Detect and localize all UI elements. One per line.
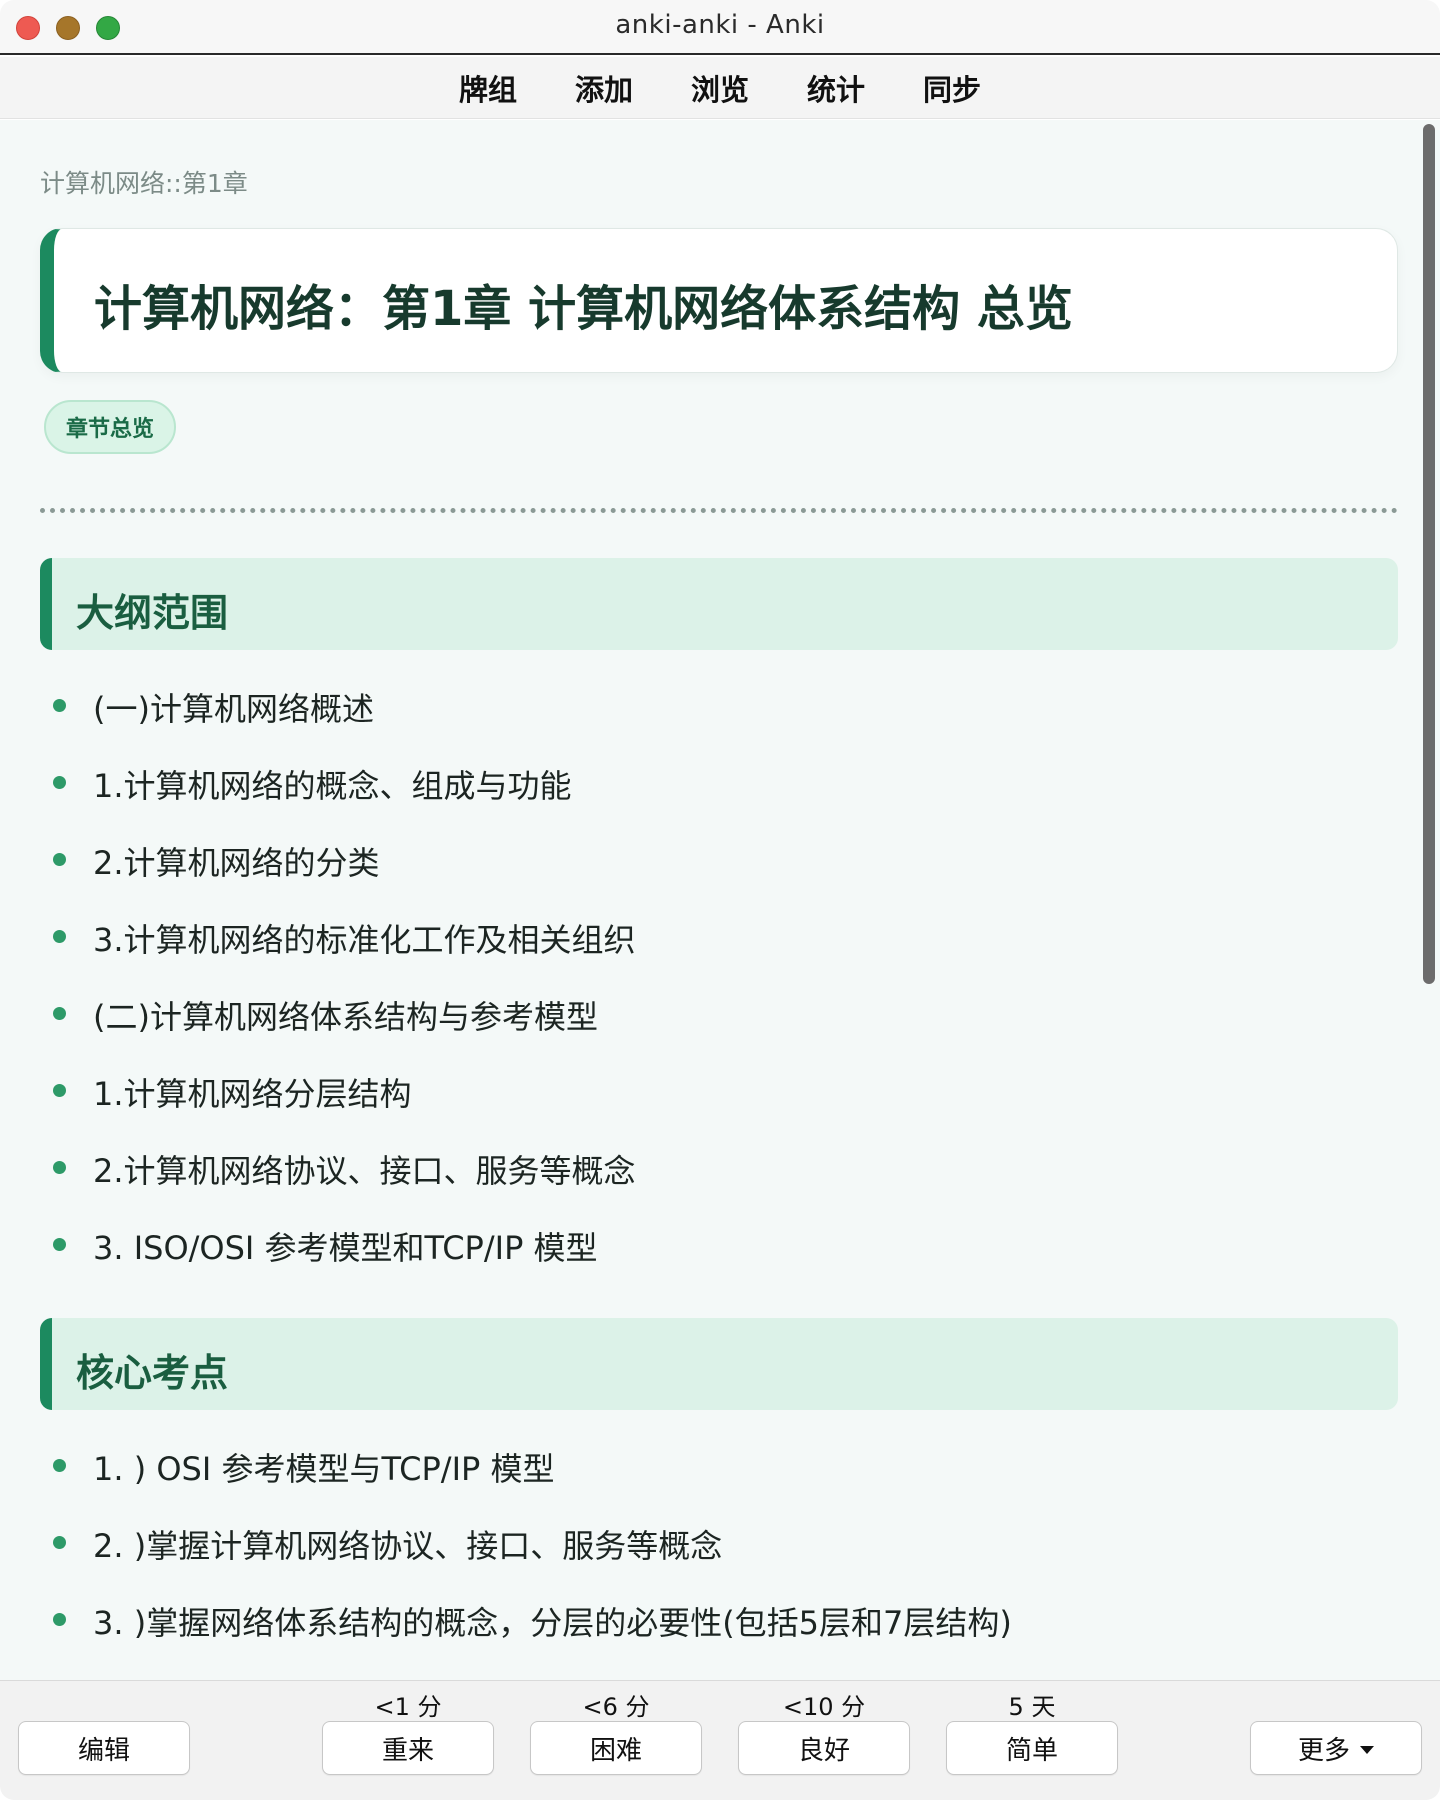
list-item-text: 2. )掌握计算机网络协议、接口、服务等概念 [93,1527,723,1565]
section-header-key-points: 核心考点 [40,1318,1398,1410]
card-title: 计算机网络：第1章 计算机网络体系结构 总览 [94,281,1073,337]
list-item: 1. ) OSI 参考模型与TCP/IP 模型 [0,1440,1420,1490]
bullet-icon [53,776,66,789]
bullet-icon [53,1084,66,1097]
list-item-text: 1.计算机网络分层结构 [93,1075,412,1113]
list-item: 3. )掌握网络体系结构的概念，分层的必要性(包括5层和7层结构) [0,1594,1420,1644]
chapter-tag: 章节总览 [44,400,177,454]
list-item: 3. ISO/OSI 参考模型和TCP/IP 模型 [0,1219,1420,1269]
caret-down-icon [1360,1746,1374,1754]
list-item: (一)计算机网络概述 [0,680,1420,730]
list-item: 2.计算机网络的分类 [0,834,1420,884]
deck-breadcrumb: 计算机网络::第1章 [40,169,248,198]
nav-sync[interactable]: 同步 [894,67,1010,109]
more-button[interactable]: 更多 [1250,1721,1422,1775]
good-button[interactable]: 良好 [738,1721,910,1775]
hard-interval: <6 分 [582,1693,650,1721]
bullet-icon [53,1161,66,1174]
list-item-text: 1.计算机网络的概念、组成与功能 [93,767,572,805]
list-item-text: 3.计算机网络的标准化工作及相关组织 [93,921,636,959]
list-item: 1.计算机网络的概念、组成与功能 [0,757,1420,807]
easy-button[interactable]: 简单 [946,1721,1118,1775]
card-content[interactable]: 计算机网络::第1章 计算机网络：第1章 计算机网络体系结构 总览 章节总览 大… [0,120,1420,1680]
list-item-text: 1. ) OSI 参考模型与TCP/IP 模型 [93,1450,555,1488]
list-item: 3.计算机网络的标准化工作及相关组织 [0,911,1420,961]
list-item: (二)计算机网络体系结构与参考模型 [0,988,1420,1038]
bullet-icon [53,1613,66,1626]
bullet-icon [53,699,66,712]
edit-button-label: 编辑 [77,1735,130,1766]
window-title: anki-anki - Anki [615,10,825,40]
bullet-icon [53,1238,66,1251]
list-item-text: 2.计算机网络的分类 [93,844,380,882]
section-header-syllabus: 大纲范围 [40,558,1398,650]
again-button[interactable]: 重来 [322,1721,494,1775]
easy-button-label: 简单 [1005,1735,1058,1766]
list-item: 2. )掌握计算机网络协议、接口、服务等概念 [0,1517,1420,1567]
list-item-text: 3. )掌握网络体系结构的概念，分层的必要性(包括5层和7层结构) [93,1604,1012,1642]
answer-bar: <1 分 <6 分 <10 分 5 天 编辑 重来 困难 良好 简单 更多 [0,1680,1440,1800]
list-item-text: (一)计算机网络概述 [93,690,374,728]
list-item: 2.计算机网络协议、接口、服务等概念 [0,1142,1420,1192]
good-button-label: 良好 [797,1735,850,1766]
scrollbar-thumb[interactable] [1423,124,1435,984]
nav-decks[interactable]: 牌组 [430,67,546,109]
list-item-text: 3. ISO/OSI 参考模型和TCP/IP 模型 [93,1229,598,1267]
again-interval: <1 分 [374,1693,442,1721]
bullet-icon [53,1459,66,1472]
hard-button-label: 困难 [589,1735,642,1766]
section-title: 大纲范围 [76,591,229,635]
good-interval: <10 分 [782,1693,866,1721]
list-item-text: (二)计算机网络体系结构与参考模型 [93,998,598,1036]
nav-add[interactable]: 添加 [546,67,662,109]
window-titlebar: anki-anki - Anki [0,0,1440,55]
divider [40,508,1398,513]
list-item-text: 2.计算机网络协议、接口、服务等概念 [93,1152,636,1190]
more-button-label: 更多 [1297,1735,1350,1766]
section-title: 核心考点 [76,1351,229,1395]
bullet-icon [53,930,66,943]
bullet-icon [53,853,66,866]
nav-browse[interactable]: 浏览 [662,67,778,109]
edit-button[interactable]: 编辑 [18,1721,190,1775]
again-button-label: 重来 [381,1735,434,1766]
bullet-icon [53,1536,66,1549]
list-item: 1.计算机网络分层结构 [0,1065,1420,1115]
hard-button[interactable]: 困难 [530,1721,702,1775]
card-title-box: 计算机网络：第1章 计算机网络体系结构 总览 [40,228,1398,373]
top-nav: 牌组 添加 浏览 统计 同步 [0,57,1440,119]
nav-stats[interactable]: 统计 [778,67,894,109]
bullet-icon [53,1007,66,1020]
easy-interval: 5 天 [1008,1693,1056,1721]
